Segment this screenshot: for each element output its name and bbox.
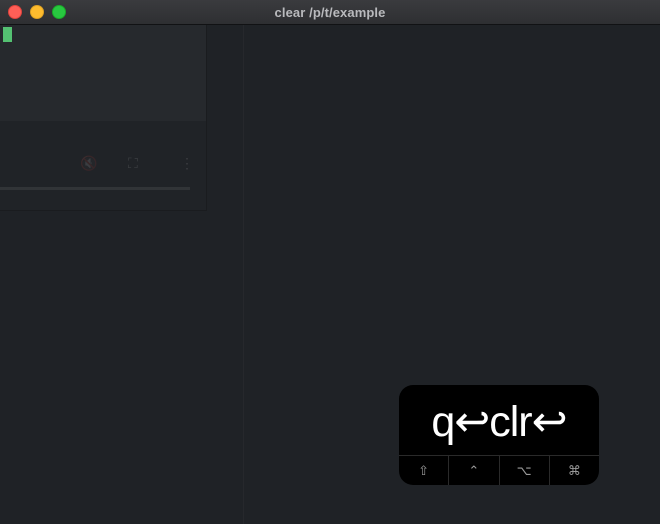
title-bar[interactable]: clear /p/t/example: [0, 0, 660, 25]
shift-icon: ⇧: [399, 456, 450, 485]
keystroke-overlay: q↩clr↩ ⇧ ⌃ ⌥ ⌘: [399, 385, 599, 485]
window-title: clear /p/t/example: [274, 4, 386, 20]
fullscreen-icon: ⛶: [128, 155, 138, 171]
video-area: [0, 25, 206, 121]
background-divider: [243, 25, 244, 524]
minimize-window-button[interactable]: [30, 5, 44, 19]
window-controls: [8, 5, 66, 19]
close-window-button[interactable]: [8, 5, 22, 19]
control-icon: ⌃: [449, 456, 500, 485]
modifier-row: ⇧ ⌃ ⌥ ⌘: [399, 455, 599, 485]
video-progress-bar: [0, 187, 190, 190]
option-icon: ⌥: [500, 456, 550, 485]
video-controls-area: [0, 121, 206, 210]
zoom-window-button[interactable]: [52, 5, 66, 19]
background-video-player: 🔇 ⛶ ⋮: [0, 25, 207, 211]
mute-icon: 🔇: [80, 155, 98, 171]
command-icon: ⌘: [567, 463, 581, 479]
more-options-icon: ⋮: [180, 155, 194, 171]
terminal-window: clear /p/t/example 🔇 ⛶ ⋮ q↩clr↩ ⇧ ⌃ ⌥ ⌘: [0, 0, 660, 524]
keystroke-display: q↩clr↩: [431, 397, 567, 446]
